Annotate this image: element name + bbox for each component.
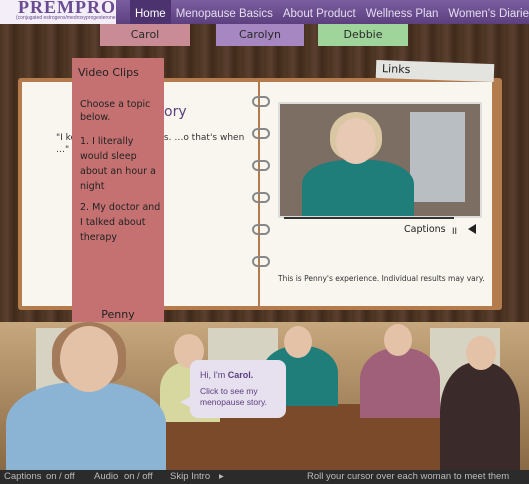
tab-carolyn[interactable]: Carolyn	[216, 24, 304, 46]
skip-intro-button[interactable]: Skip Intro	[170, 471, 210, 482]
volume-icon[interactable]	[468, 224, 476, 234]
woman-guest-face	[466, 336, 496, 370]
woman-penny-face	[284, 326, 312, 358]
audio-off-toggle[interactable]: / off	[137, 471, 153, 482]
captions-off-toggle[interactable]: / off	[59, 471, 75, 482]
video-progress-bar[interactable]	[284, 217, 454, 219]
video-clips-panel: Video Clips Choose a topic below. 1. I l…	[72, 58, 164, 324]
captions-button[interactable]: Captions	[404, 224, 446, 235]
video-person-face	[336, 118, 376, 164]
binder-ring	[252, 224, 270, 235]
video-background-window	[410, 112, 465, 202]
nav-about-product[interactable]: About Product	[278, 0, 361, 24]
binder-ring	[252, 96, 270, 107]
skip-arrow-icon[interactable]: ▸	[219, 471, 224, 482]
video-clips-intro: Choose a topic below.	[80, 99, 151, 123]
binder-ring	[252, 160, 270, 171]
captions-on-toggle[interactable]: on	[46, 471, 57, 482]
woman-debbie[interactable]	[360, 348, 440, 418]
woman-guest[interactable]	[440, 362, 520, 470]
captions-label: Captions	[4, 471, 42, 482]
woman-carol-face	[60, 326, 118, 392]
binder-ring	[252, 128, 270, 139]
instruction-text: Roll your cursor over each woman to meet…	[307, 471, 510, 482]
story-title: ory	[164, 104, 187, 120]
video-person-body	[302, 160, 414, 216]
bubble-greeting-text: Hi, I'm	[200, 370, 226, 380]
tab-carol[interactable]: Carol	[100, 24, 190, 46]
woman-carol[interactable]	[6, 382, 166, 470]
main-nav: Home Menopause Basics About Product Well…	[130, 0, 529, 24]
tab-debbie[interactable]: Debbie	[318, 24, 408, 46]
audio-on-toggle[interactable]: on	[124, 471, 135, 482]
bubble-greeting: Hi, I'm Carol.	[200, 370, 253, 380]
bottom-control-bar: Captions on / off Audio on / off Skip In…	[0, 470, 529, 484]
top-nav-bar: PREMPRO (conjugated estrogens/medroxypro…	[0, 0, 529, 24]
binder-ring	[252, 256, 270, 267]
bubble-cta[interactable]: Click to see my menopause story.	[200, 386, 282, 408]
video-player[interactable]	[278, 102, 482, 218]
bubble-name: Carol.	[227, 370, 254, 380]
disclaimer-text: This is Penny's experience. Individual r…	[278, 274, 485, 283]
prempro-logo[interactable]: PREMPRO (conjugated estrogens/medroxypro…	[0, 0, 151, 24]
nav-womens-diaries[interactable]: Women's Diaries	[443, 0, 529, 24]
binder-ring	[252, 192, 270, 203]
nav-menopause-basics[interactable]: Menopause Basics	[171, 0, 278, 24]
pause-icon[interactable]: II	[452, 226, 457, 236]
video-clip-1[interactable]: 1. I literally would sleep about an hour…	[80, 134, 162, 194]
video-clip-2[interactable]: 2. My doctor and I talked about therapy	[80, 200, 162, 245]
nav-wellness-plan[interactable]: Wellness Plan	[361, 0, 444, 24]
video-clips-owner: Penny	[101, 308, 135, 321]
audio-label: Audio	[94, 471, 119, 482]
nav-home[interactable]: Home	[130, 0, 171, 24]
woman-debbie-face	[384, 324, 412, 356]
video-clips-heading: Video Clips	[78, 66, 139, 79]
